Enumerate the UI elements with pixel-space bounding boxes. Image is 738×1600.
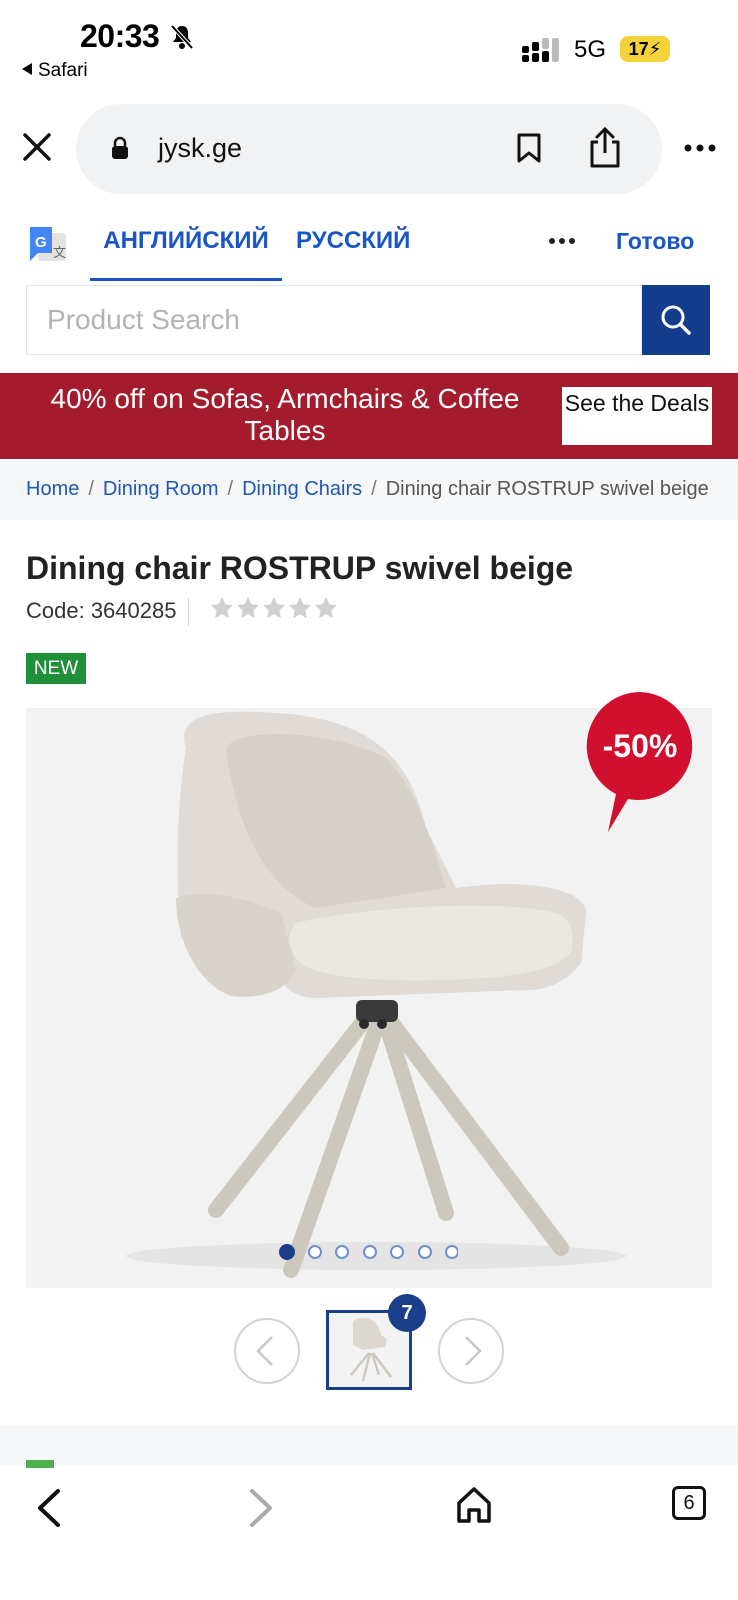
- battery-level: 17: [628, 39, 649, 59]
- breadcrumb-home[interactable]: Home: [26, 478, 79, 500]
- carousel-dot: [308, 1245, 322, 1259]
- thumbnail-row: 7: [0, 1294, 738, 1400]
- done-button[interactable]: Готово: [616, 215, 694, 267]
- new-badge: NEW: [26, 653, 86, 684]
- carousel-dot: [390, 1245, 404, 1259]
- star-icon: [211, 597, 233, 619]
- google-translate-icon: G 文: [30, 227, 66, 261]
- back-to-app-link[interactable]: Safari: [22, 60, 88, 82]
- search-box: [26, 285, 642, 355]
- star-icon: [237, 597, 259, 619]
- star-icon: [289, 597, 311, 619]
- close-icon[interactable]: [22, 132, 52, 162]
- carousel-dot: [418, 1245, 432, 1259]
- discount-badge: -50%: [586, 692, 693, 832]
- lock-icon: [112, 136, 128, 159]
- bookmark-icon[interactable]: [516, 132, 542, 164]
- url-bar-row: jysk.ge: [0, 100, 738, 200]
- home-icon[interactable]: [456, 1486, 492, 1524]
- carousel-dot: [445, 1245, 458, 1259]
- search-input[interactable]: [47, 304, 607, 336]
- star-icon: [263, 597, 285, 619]
- chevron-left-icon: [256, 1336, 273, 1366]
- charging-icon: ⚡: [648, 39, 662, 59]
- next-image-button[interactable]: [438, 1318, 504, 1384]
- battery-indicator: 17⚡: [620, 36, 670, 62]
- see-deals-button[interactable]: See the Deals: [562, 387, 712, 445]
- product-title: Dining chair ROSTRUP swivel beige: [26, 550, 574, 586]
- back-app-label: Safari: [38, 60, 88, 81]
- breadcrumb-separator: /: [371, 478, 377, 500]
- chevron-right-icon: [465, 1336, 482, 1366]
- back-triangle-icon: [22, 63, 32, 75]
- carousel-dot: [363, 1245, 377, 1259]
- carousel-dot: [335, 1245, 349, 1259]
- breadcrumb-current: Dining chair ROSTRUP swivel beige: [385, 478, 709, 500]
- url-text: jysk.ge: [158, 133, 243, 163]
- breadcrumb-dining-room[interactable]: Dining Room: [103, 478, 219, 500]
- svg-text:文: 文: [53, 246, 66, 261]
- breadcrumb-separator: /: [227, 478, 234, 500]
- network-label: 5G: [574, 36, 607, 63]
- product-code: Code: 3640285: [26, 598, 177, 623]
- translate-bar: G 文 АНГЛИЙСКИЙ РУССКИЙ Готово: [0, 215, 738, 281]
- svg-text:G: G: [35, 234, 47, 251]
- promo-text: 40% off on Sofas, Armchairs & Coffee Tab…: [50, 383, 520, 446]
- tab-english[interactable]: АНГЛИЙСКИЙ: [90, 215, 282, 281]
- back-icon[interactable]: [34, 1488, 64, 1528]
- signal-icon: [522, 38, 559, 62]
- star-icon: [315, 597, 337, 619]
- carousel-dots[interactable]: [278, 1242, 458, 1262]
- carousel-dot-active: [279, 1244, 295, 1260]
- stock-indicator: [26, 1460, 54, 1468]
- breadcrumb-dining-chairs[interactable]: Dining Chairs: [242, 478, 362, 500]
- share-icon[interactable]: [588, 126, 622, 168]
- status-time: 20:33: [80, 18, 160, 54]
- bell-muted-icon: [170, 24, 194, 50]
- breadcrumb: Home / Dining Room / Dining Chairs / Dining ch…: [0, 460, 738, 520]
- rating-stars[interactable]: [210, 596, 338, 622]
- translate-more-icon[interactable]: [548, 237, 576, 245]
- section-divider: [0, 1425, 738, 1465]
- breadcrumb-separator: /: [88, 478, 94, 500]
- image-count-badge: 7: [388, 1294, 426, 1332]
- browser-toolbar: 6: [0, 1468, 738, 1600]
- search-icon: [661, 305, 691, 335]
- search-button[interactable]: [642, 285, 710, 355]
- promo-banner: 40% off on Sofas, Armchairs & Coffee Tab…: [0, 373, 738, 459]
- divider: [188, 598, 189, 626]
- prev-image-button[interactable]: [234, 1318, 300, 1384]
- status-bar: 20:33 Safari 5G 17⚡: [0, 0, 738, 95]
- tabs-button[interactable]: 6: [672, 1486, 706, 1520]
- tab-russian[interactable]: РУССКИЙ: [296, 215, 410, 267]
- discount-text: -50%: [603, 728, 678, 764]
- address-bar[interactable]: jysk.ge: [76, 104, 662, 194]
- forward-icon[interactable]: [246, 1488, 276, 1528]
- more-menu-icon[interactable]: [684, 144, 716, 152]
